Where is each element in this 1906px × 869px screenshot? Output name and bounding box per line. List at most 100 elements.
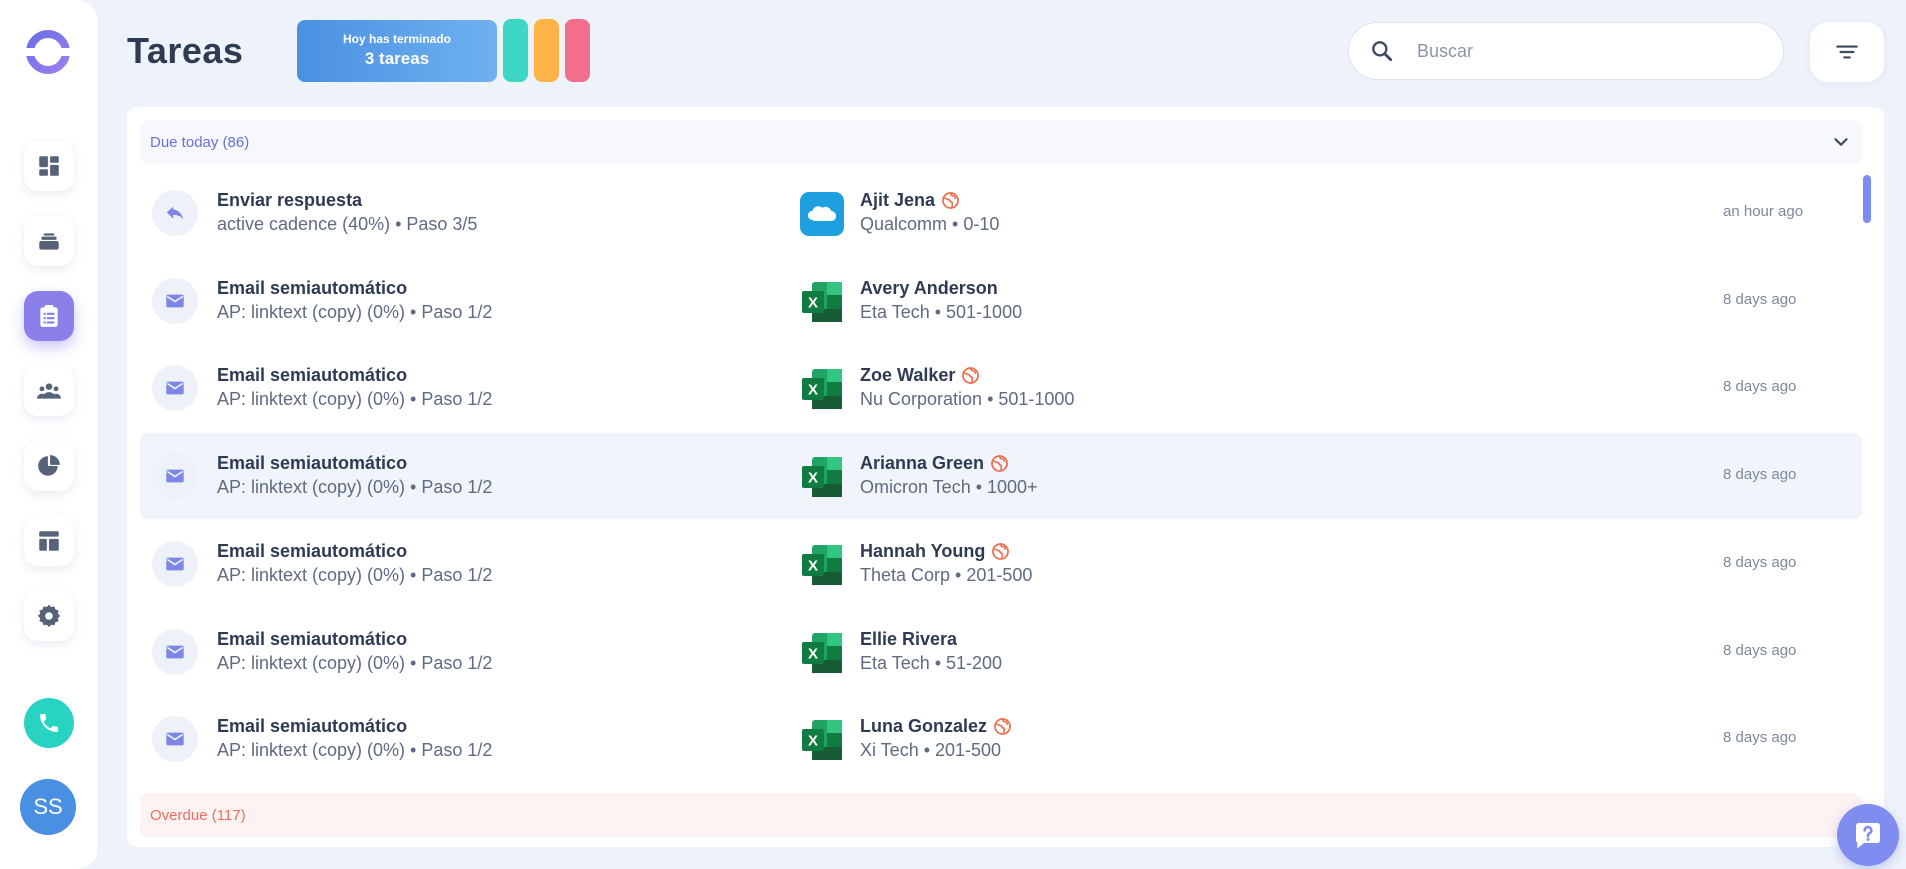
task-row[interactable]: Email semiautomático AP: linktext (copy) …	[140, 258, 1862, 344]
svg-text:X: X	[808, 733, 818, 750]
group-header-due-today[interactable]: Due today (86)	[140, 120, 1862, 164]
gear-icon	[37, 604, 61, 628]
contact-company: Qualcomm • 0-10	[860, 214, 1000, 234]
chevron-down-icon[interactable]	[1830, 131, 1852, 153]
globe-icon	[991, 455, 1008, 472]
completed-tasks-count: 3 tareas	[364, 49, 430, 68]
search-box	[1348, 22, 1784, 80]
phone-button[interactable]	[24, 698, 74, 748]
task-time: 8 days ago	[1723, 378, 1797, 396]
sidebar-item-tasks[interactable]	[24, 291, 74, 341]
task-title[interactable]: Email semiautomático	[217, 365, 407, 386]
group-label-due-today: Due today (86)	[150, 133, 250, 151]
task-time: 8 days ago	[1723, 466, 1797, 484]
task-subtitle: AP: linktext (copy) (0%) • Paso 1/2	[217, 477, 493, 498]
stack-icon	[39, 233, 59, 250]
task-row[interactable]: Email semiautomático AP: linktext (copy) …	[140, 696, 1862, 782]
task-list-panel: Due today (86) Enviar respuesta active ca…	[127, 107, 1884, 847]
pie-chart-icon	[38, 455, 60, 476]
sidebar-item-templates[interactable]	[24, 516, 74, 566]
sidebar-item-reports[interactable]	[24, 441, 74, 491]
task-time: 8 days ago	[1723, 553, 1797, 571]
task-time: 8 days ago	[1723, 641, 1797, 659]
globe-icon	[992, 542, 1010, 560]
excel-icon: X	[800, 280, 844, 324]
task-subtitle: AP: linktext (copy) (0%) • Paso 1/2	[217, 740, 493, 761]
salesforce-icon	[800, 192, 844, 236]
people-icon	[37, 383, 61, 399]
task-subtitle: AP: linktext (copy) (0%) • Paso 1/2	[217, 389, 493, 410]
task-title[interactable]: Email semiautomático	[217, 453, 407, 474]
task-title[interactable]: Email semiautomático	[217, 629, 407, 650]
help-button[interactable]	[1837, 804, 1899, 866]
globe-icon	[962, 367, 980, 385]
excel-icon: X	[800, 543, 844, 587]
contact-company: Nu Corporation • 501-1000	[860, 389, 1075, 410]
sidebar-item-settings[interactable]	[24, 591, 74, 641]
completed-tasks-card: Hoy has terminado 3 tareas	[297, 20, 497, 82]
task-subtitle: AP: linktext (copy) (0%) • Paso 1/2	[217, 652, 493, 673]
search-input[interactable]	[1415, 39, 1759, 63]
completed-tasks-label: Hoy has terminado	[342, 32, 452, 46]
clipboard-icon	[40, 305, 58, 327]
contact-name[interactable]: Luna Gonzalez	[860, 716, 987, 737]
group-label-overdue: Overdue (117)	[150, 806, 246, 824]
excel-icon: X	[800, 455, 844, 499]
email-icon	[152, 540, 198, 587]
contact-name[interactable]: Arianna Green	[860, 453, 984, 474]
filter-icon	[1836, 45, 1858, 59]
contact-name[interactable]: Hannah Young	[860, 541, 985, 562]
bloobirds-logo-icon[interactable]	[24, 28, 72, 76]
sidebar: SS	[0, 0, 98, 869]
help-icon	[1856, 823, 1880, 849]
phone-icon	[40, 714, 58, 732]
contact-line: Arianna Green	[860, 453, 1009, 474]
svg-text:X: X	[808, 557, 818, 574]
excel-icon: X	[800, 367, 844, 411]
excel-icon: X	[800, 631, 844, 675]
contact-name[interactable]: Avery Anderson	[860, 278, 998, 299]
contact-name[interactable]: Ellie Rivera	[860, 629, 957, 650]
task-title[interactable]: Email semiautomático	[217, 278, 407, 299]
svg-text:X: X	[808, 645, 818, 662]
task-row[interactable]: Email semiautomático AP: linktext (copy) …	[140, 345, 1862, 431]
group-header-overdue[interactable]: Overdue (117)	[140, 793, 1862, 837]
task-row[interactable]: Email semiautomático AP: linktext (copy) …	[140, 433, 1862, 520]
avatar[interactable]: SS	[20, 779, 76, 835]
task-row[interactable]: Email semiautomático AP: linktext (copy) …	[140, 609, 1862, 695]
globe-icon	[994, 718, 1011, 736]
svg-text:X: X	[808, 294, 818, 311]
sidebar-item-dashboard[interactable]	[24, 141, 74, 191]
contact-name[interactable]: Ajit Jena	[860, 190, 935, 211]
contact-name[interactable]: Zoe Walker	[860, 365, 955, 386]
contact-line: Hannah Young	[860, 541, 1010, 562]
task-subtitle: AP: linktext (copy) (0%) • Paso 1/2	[217, 301, 493, 322]
contact-line: Zoe Walker	[860, 365, 980, 386]
search-icon	[1372, 41, 1393, 62]
task-row[interactable]: Email semiautomático AP: linktext (copy) …	[140, 521, 1862, 607]
contact-company: Omicron Tech • 1000+	[860, 477, 1038, 498]
globe-icon	[942, 192, 959, 209]
sidebar-item-inbox[interactable]	[24, 216, 74, 266]
progress-pill-teal	[503, 19, 528, 82]
task-subtitle: active cadence (40%) • Paso 3/5	[217, 214, 478, 234]
layout-icon	[39, 531, 59, 551]
svg-text:X: X	[808, 382, 818, 399]
filter-button[interactable]	[1810, 22, 1884, 82]
dashboard-icon	[39, 156, 59, 176]
email-icon	[152, 716, 198, 763]
scrollbar-thumb[interactable]	[1863, 175, 1871, 223]
task-time: an hour ago	[1723, 203, 1804, 220]
svg-text:X: X	[808, 470, 818, 487]
task-title[interactable]: Email semiautomático	[217, 716, 407, 737]
progress-pill-orange	[534, 19, 559, 82]
sidebar-item-contacts[interactable]	[24, 366, 74, 416]
excel-icon: X	[800, 718, 844, 762]
task-row[interactable]: Enviar respuesta active cadence (40%) • P…	[140, 170, 1862, 256]
task-time: 8 days ago	[1723, 290, 1797, 308]
task-title[interactable]: Enviar respuesta	[217, 190, 362, 211]
task-subtitle: AP: linktext (copy) (0%) • Paso 1/2	[217, 564, 493, 585]
task-time: 8 days ago	[1723, 729, 1797, 747]
contact-line: Ellie Rivera	[860, 629, 957, 650]
task-title[interactable]: Email semiautomático	[217, 541, 407, 562]
